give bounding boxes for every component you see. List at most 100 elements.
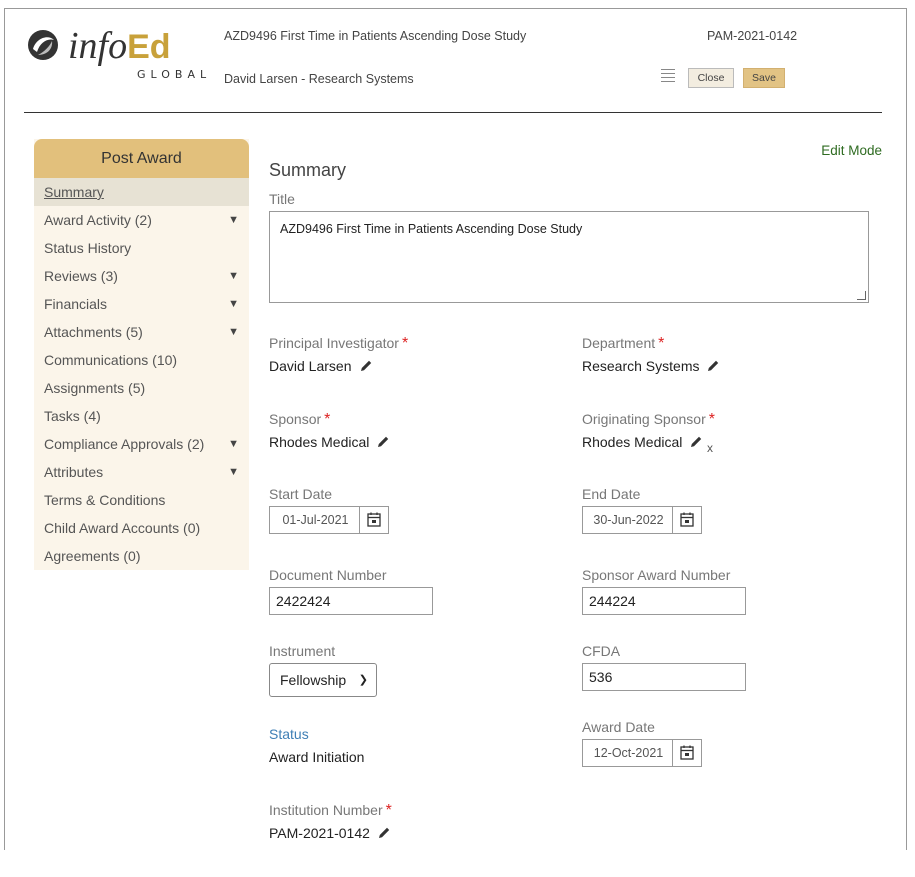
title-textarea[interactable]: AZD9496 First Time in Patients Ascending…	[269, 211, 869, 303]
orig-sponsor-label: Originating Sponsor *	[582, 411, 715, 428]
start-date-value: 01-Jul-2021	[282, 513, 349, 527]
edit-pencil-icon[interactable]	[360, 359, 373, 372]
caret-down-icon[interactable]: ▼	[228, 430, 239, 458]
sidebar-item-label: Terms & Conditions	[44, 492, 166, 508]
sidebar-item-label: Communications (10)	[44, 352, 178, 368]
caret-down-icon[interactable]: ▼	[228, 262, 239, 290]
record-title: AZD9496 First Time in Patients Ascending…	[224, 29, 527, 43]
logo-wordmark: infoEd	[68, 25, 171, 67]
dept-field: Research Systems	[582, 358, 720, 374]
edit-pencil-icon[interactable]	[377, 435, 390, 448]
record-id: PAM-2021-0142	[707, 29, 798, 43]
calendar-icon[interactable]	[672, 740, 701, 766]
sponsor-label: Sponsor *	[269, 411, 331, 428]
sidebar-item-agreements-0[interactable]: Agreements (0)	[34, 542, 249, 570]
instrument-select[interactable]: Fellowship ❯	[269, 663, 377, 697]
sponsor-award-input[interactable]: 244224	[582, 587, 746, 615]
sidebar-nav: Post Award Summary Award Activity (2) ▼ Sta…	[34, 139, 249, 570]
user-line: David Larsen - Research Systems	[224, 72, 414, 86]
docnum-input[interactable]: 2422424	[269, 587, 433, 615]
sidebar-item-attributes[interactable]: Attributes ▼	[34, 458, 249, 486]
sidebar-item-label: Tasks (4)	[44, 408, 101, 424]
edit-pencil-icon[interactable]	[378, 826, 391, 839]
start-date-picker[interactable]: 01-Jul-2021	[269, 506, 389, 534]
sidebar-item-label: Financials	[44, 296, 108, 312]
logo-subtitle: GLOBAL	[137, 68, 212, 81]
title-value: AZD9496 First Time in Patients Ascending…	[280, 222, 583, 236]
save-button[interactable]: Save	[743, 68, 785, 88]
inst-num-label: Institution Number *	[269, 802, 392, 819]
sidebar-item-communications-10[interactable]: Communications (10)	[34, 346, 249, 374]
sidebar-item-label: Assignments (5)	[44, 380, 146, 396]
calendar-icon[interactable]	[359, 507, 388, 533]
edit-pencil-icon[interactable]	[707, 359, 720, 372]
pi-field: David Larsen	[269, 358, 373, 374]
start-date-label: Start Date	[269, 486, 333, 502]
caret-down-icon[interactable]: ▼	[228, 318, 239, 346]
award-date-picker[interactable]: 12-Oct-2021	[582, 739, 702, 767]
chevron-down-icon: ❯	[358, 674, 368, 686]
sidebar-item-label: Reviews (3)	[44, 268, 118, 284]
required-mark: *	[658, 335, 665, 352]
sidebar-item-terms-conditions[interactable]: Terms & Conditions	[34, 486, 249, 514]
caret-down-icon[interactable]: ▼	[228, 206, 239, 234]
sidebar-list: Summary Award Activity (2) ▼ Status History…	[34, 178, 249, 570]
sponsor-award-label: Sponsor Award Number	[582, 567, 731, 583]
status-value: Award Initiation	[269, 749, 365, 765]
sidebar-item-assignments-5[interactable]: Assignments (5)	[34, 374, 249, 402]
required-mark: *	[401, 335, 409, 352]
sidebar-item-summary[interactable]: Summary	[34, 178, 249, 206]
orig-sponsor-field: Rhodes Medical	[582, 434, 703, 450]
pi-value: David Larsen	[269, 358, 352, 374]
sidebar-item-status-history[interactable]: Status History	[34, 234, 249, 262]
sidebar-item-child-award-accounts-0[interactable]: Child Award Accounts (0)	[34, 514, 249, 542]
caret-down-icon[interactable]: ▼	[228, 458, 239, 486]
end-date-label: End Date	[582, 486, 641, 502]
sidebar-item-compliance-approvals-2[interactable]: Compliance Approvals (2) ▼	[34, 430, 249, 458]
edit-pencil-icon[interactable]	[690, 435, 703, 448]
resize-handle-icon[interactable]	[857, 291, 866, 300]
sidebar-item-award-activity-2[interactable]: Award Activity (2) ▼	[34, 206, 249, 234]
sidebar-title: Post Award	[34, 139, 249, 178]
sidebar-item-financials[interactable]: Financials ▼	[34, 290, 249, 318]
sidebar-item-label: Summary	[44, 184, 104, 200]
docnum-label: Document Number	[269, 567, 387, 583]
infoed-logo: infoEd GLOBAL	[24, 25, 206, 86]
inst-num-value: PAM-2021-0142	[269, 825, 370, 841]
calendar-icon[interactable]	[672, 507, 701, 533]
required-mark: *	[708, 411, 715, 428]
sidebar-item-tasks-4[interactable]: Tasks (4)	[34, 402, 249, 430]
sidebar-item-label: Attributes	[44, 464, 104, 480]
sidebar-item-label: Status History	[44, 240, 132, 256]
end-date-picker[interactable]: 30-Jun-2022	[582, 506, 702, 534]
header-divider	[24, 112, 882, 113]
sidebar-item-reviews-3[interactable]: Reviews (3) ▼	[34, 262, 249, 290]
award-date-value: 12-Oct-2021	[593, 746, 664, 760]
required-mark: *	[324, 411, 331, 428]
caret-down-icon[interactable]: ▼	[228, 290, 239, 318]
sidebar-item-label: Attachments (5)	[44, 324, 143, 340]
orig-sponsor-value: Rhodes Medical	[582, 434, 683, 450]
remove-orig-sponsor-button[interactable]: x	[707, 441, 713, 455]
dept-value: Research Systems	[582, 358, 700, 374]
status-label: Status	[269, 726, 309, 742]
dept-label: Department *	[582, 335, 665, 352]
cfda-label: CFDA	[582, 643, 621, 659]
edit-mode-link[interactable]: Edit Mode	[821, 143, 882, 158]
sidebar-item-label: Compliance Approvals (2)	[44, 436, 205, 452]
instrument-label: Instrument	[269, 643, 336, 659]
logo-mark-icon	[28, 30, 58, 60]
pi-label: Principal Investigator *	[269, 335, 409, 352]
inst-num-field: PAM-2021-0142	[269, 825, 391, 841]
title-label: Title	[269, 191, 295, 207]
sidebar-item-attachments-5[interactable]: Attachments (5) ▼	[34, 318, 249, 346]
instrument-value: Fellowship	[280, 672, 347, 688]
close-button[interactable]: Close	[688, 68, 734, 88]
award-date-label: Award Date	[582, 719, 655, 735]
sidebar-item-label: Award Activity (2)	[44, 212, 152, 228]
sponsor-field: Rhodes Medical	[269, 434, 390, 450]
cfda-input[interactable]: 536	[582, 663, 746, 691]
section-title: Summary	[269, 160, 347, 180]
list-menu-icon[interactable]	[661, 69, 675, 85]
sidebar-item-label: Child Award Accounts (0)	[44, 520, 201, 536]
